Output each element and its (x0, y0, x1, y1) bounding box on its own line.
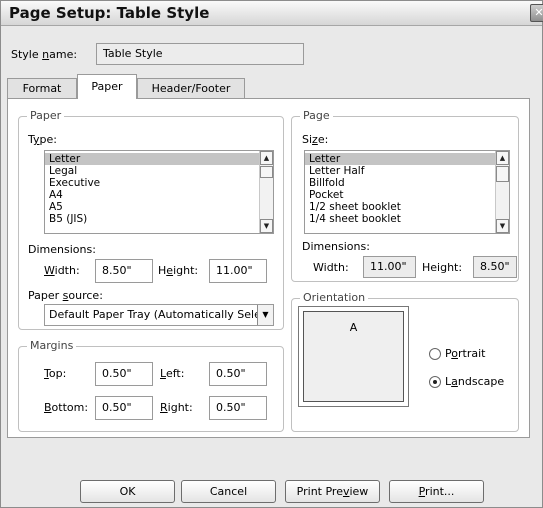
paper-type-list[interactable]: Letter Legal Executive A4 A5 B5 (JIS) ▲ ▼ (44, 150, 274, 234)
landscape-label[interactable]: Landscape (445, 375, 504, 388)
margins-group-legend: Margins (27, 339, 77, 352)
orientation-preview-letter: A (349, 321, 358, 334)
paper-type-list-item[interactable]: Legal (45, 165, 273, 177)
print-button[interactable]: Print... (389, 480, 484, 503)
paper-type-list-item[interactable]: Executive (45, 177, 273, 189)
paper-source-value: Default Paper Tray (Automatically Sele (49, 308, 261, 321)
margin-right-field[interactable]: 0.50" (209, 396, 267, 420)
page-setup-dialog: Page Setup: Table Style ✕ Style name: Ta… (0, 0, 543, 508)
cancel-button[interactable]: Cancel (181, 480, 276, 503)
paper-source-dropdown[interactable]: Default Paper Tray (Automatically Sele ▼ (44, 304, 274, 326)
tab-paper[interactable]: Paper (77, 74, 137, 99)
page-height-field: 8.50" (473, 256, 517, 278)
radio-selected-dot (433, 380, 437, 384)
landscape-radio[interactable] (429, 376, 441, 388)
paper-type-list-item[interactable]: A5 (45, 201, 273, 213)
tab-header-footer[interactable]: Header/Footer (137, 78, 245, 98)
scroll-thumb[interactable] (260, 166, 273, 178)
portrait-label[interactable]: Portrait (445, 347, 485, 360)
page-width-label: Width: (313, 261, 349, 274)
scroll-up-icon[interactable]: ▲ (260, 151, 273, 165)
style-name-label: Style name: (11, 48, 78, 61)
chevron-down-icon[interactable]: ▼ (257, 305, 273, 325)
paper-height-label: Height: (158, 264, 199, 277)
page-size-list-item[interactable]: Pocket (305, 189, 509, 201)
page-size-list-item[interactable]: Letter (305, 153, 509, 165)
margin-left-label: Left: (160, 367, 185, 380)
orientation-preview-page: A (303, 311, 404, 402)
page-size-scrollbar[interactable]: ▲ ▼ (495, 151, 509, 233)
page-width-field: 11.00" (363, 256, 416, 278)
page-dimensions-label: Dimensions: (302, 240, 370, 253)
paper-type-list-item[interactable]: Letter (45, 153, 273, 165)
scroll-up-icon[interactable]: ▲ (496, 151, 509, 165)
margin-top-field[interactable]: 0.50" (95, 362, 153, 386)
title-bar[interactable]: Page Setup: Table Style ✕ (1, 1, 543, 26)
page-size-list-item[interactable]: Billfold (305, 177, 509, 189)
close-icon[interactable]: ✕ (530, 4, 543, 22)
scroll-down-icon[interactable]: ▼ (260, 219, 273, 233)
style-name-field: Table Style (96, 43, 304, 65)
dialog-title: Page Setup: Table Style (9, 4, 210, 22)
paper-type-list-item[interactable]: A4 (45, 189, 273, 201)
print-preview-button[interactable]: Print Preview (285, 480, 380, 503)
paper-type-label: Type: (28, 133, 57, 146)
paper-type-scrollbar[interactable]: ▲ ▼ (259, 151, 273, 233)
page-size-list-item[interactable]: Letter Half (305, 165, 509, 177)
margin-left-field[interactable]: 0.50" (209, 362, 267, 386)
scroll-thumb[interactable] (496, 166, 509, 182)
portrait-radio[interactable] (429, 348, 441, 360)
orientation-preview: A (298, 306, 409, 407)
paper-group-legend: Paper (27, 109, 65, 122)
margin-bottom-label: Bottom: (44, 401, 89, 414)
ok-button[interactable]: OK (80, 480, 175, 503)
page-size-list[interactable]: Letter Letter Half Billfold Pocket 1/2 sheet… (304, 150, 510, 234)
paper-width-label: Width: (44, 264, 80, 277)
margin-right-label: Right: (160, 401, 193, 414)
page-height-label: Height: (422, 261, 463, 274)
orientation-group-legend: Orientation (300, 291, 369, 304)
page-size-list-item[interactable]: 1/4 sheet booklet (305, 213, 509, 225)
tab-format[interactable]: Format (7, 78, 77, 98)
margin-top-label: Top: (44, 367, 67, 380)
scroll-down-icon[interactable]: ▼ (496, 219, 509, 233)
paper-dimensions-label: Dimensions: (28, 243, 96, 256)
page-size-label: Size: (302, 133, 329, 146)
margin-bottom-field[interactable]: 0.50" (95, 396, 153, 420)
paper-type-list-item[interactable]: B5 (JIS) (45, 213, 273, 225)
page-group-legend: Page (300, 109, 333, 122)
page-size-list-item[interactable]: 1/2 sheet booklet (305, 201, 509, 213)
paper-width-field[interactable]: 8.50" (95, 259, 153, 283)
paper-height-field[interactable]: 11.00" (209, 259, 267, 283)
paper-source-label: Paper source: (28, 289, 103, 302)
